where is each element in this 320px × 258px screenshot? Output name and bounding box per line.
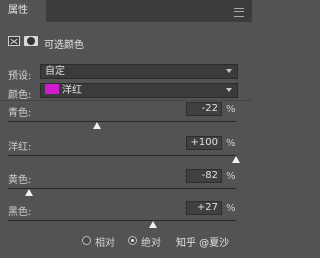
cyan-label: 青色: bbox=[8, 108, 32, 119]
black-input[interactable]: +27 bbox=[186, 201, 222, 215]
yellow-input[interactable]: -82 bbox=[186, 169, 222, 183]
preset-value: 自定 bbox=[45, 66, 65, 77]
chevron-down-icon bbox=[226, 69, 232, 73]
cyan-slider-track[interactable] bbox=[8, 121, 236, 122]
colors-label: 颜色: bbox=[8, 90, 32, 101]
black-slider-track[interactable] bbox=[8, 220, 236, 221]
magenta-slider-thumb[interactable] bbox=[232, 156, 240, 163]
divider bbox=[0, 100, 252, 101]
method-radio-group: 相对 绝对 bbox=[82, 234, 162, 249]
yellow-slider-thumb[interactable] bbox=[24, 189, 33, 196]
black-label: 黑色: bbox=[8, 207, 32, 218]
cyan-slider-thumb[interactable] bbox=[92, 122, 101, 129]
selection-icon bbox=[8, 36, 20, 46]
relative-radio[interactable] bbox=[82, 236, 91, 245]
color-swatch bbox=[45, 84, 59, 94]
magenta-slider-track[interactable] bbox=[8, 155, 236, 156]
black-slider-thumb[interactable] bbox=[148, 221, 157, 228]
magenta-label: 洋红: bbox=[8, 142, 32, 153]
colors-dropdown[interactable]: 洋红 bbox=[40, 83, 238, 98]
magenta-unit: % bbox=[226, 138, 236, 149]
watermark: 知乎 @夏沙 bbox=[176, 238, 230, 249]
preset-dropdown[interactable]: 自定 bbox=[40, 64, 238, 79]
yellow-unit: % bbox=[226, 171, 236, 182]
cyan-input[interactable]: -22 bbox=[186, 102, 222, 116]
absolute-radio[interactable] bbox=[128, 236, 137, 245]
panel-tab-bar: 属性 bbox=[0, 0, 252, 22]
colors-value: 洋红 bbox=[62, 85, 82, 96]
panel-header: 可选颜色 bbox=[8, 34, 248, 51]
magenta-input[interactable]: +100 bbox=[186, 136, 222, 150]
absolute-label[interactable]: 绝对 bbox=[141, 234, 161, 249]
menu-icon[interactable] bbox=[234, 8, 244, 17]
mask-icon[interactable] bbox=[24, 36, 38, 46]
yellow-label: 黄色: bbox=[8, 175, 32, 186]
chevron-down-icon bbox=[226, 88, 232, 92]
panel-title: 可选颜色 bbox=[44, 40, 84, 51]
preset-label: 预设: bbox=[8, 71, 32, 82]
black-unit: % bbox=[226, 203, 236, 214]
relative-label[interactable]: 相对 bbox=[95, 234, 115, 249]
yellow-slider-track[interactable] bbox=[8, 188, 236, 189]
cyan-unit: % bbox=[226, 104, 236, 115]
tab-properties[interactable]: 属性 bbox=[0, 0, 46, 22]
